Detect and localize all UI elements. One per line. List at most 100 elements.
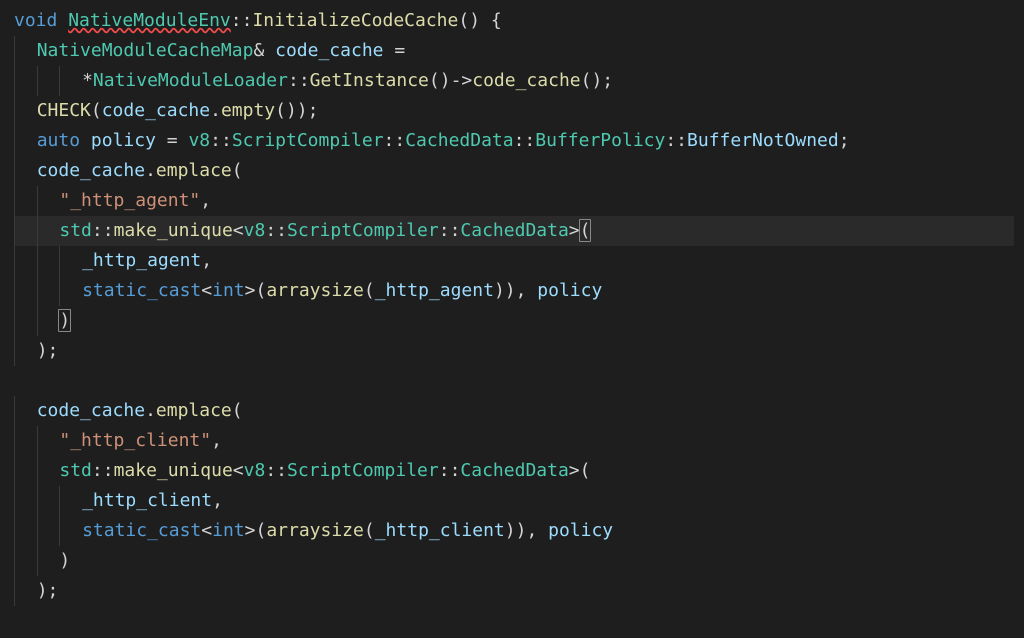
code-token: :: [439,460,461,481]
code-token: (); [581,70,614,91]
code-token: )), [494,280,537,301]
code-token: :: [384,130,406,151]
code-token: ) [58,309,71,332]
code-token: arraysize [266,280,364,301]
code-line[interactable]: _http_client, [14,486,1014,516]
indent-guide [59,246,82,276]
code-line[interactable]: void NativeModuleEnv::InitializeCodeCach… [14,6,1014,36]
code-token: NativeModuleCacheMap [37,40,254,61]
code-token: < [233,460,244,481]
indent-guide [59,516,82,546]
code-token: ( [364,520,375,541]
code-token: >( [245,520,267,541]
indent-guide [37,276,60,306]
code-token: ( [232,400,243,421]
indent-guide [37,456,60,486]
code-token: , [211,430,222,451]
code-token: CachedData [405,130,513,151]
code-token: code_cache [37,160,145,181]
code-token: int [212,280,245,301]
code-token: :: [265,220,287,241]
code-token: & [253,40,275,61]
code-token: InitializeCodeCache [252,10,458,31]
code-line[interactable]: ) [14,306,1014,336]
code-token: () { [458,10,501,31]
code-line[interactable]: std::make_unique<v8::ScriptCompiler::Cac… [14,216,1014,246]
code-token: ScriptCompiler [287,460,439,481]
code-token: CachedData [460,460,568,481]
code-line[interactable]: code_cache.emplace( [14,396,1014,426]
code-token: ( [579,219,592,242]
code-line[interactable]: auto policy = v8::ScriptCompiler::Cached… [14,126,1014,156]
code-line[interactable]: ); [14,576,1014,606]
code-token: :: [439,220,461,241]
indent-guide [37,516,60,546]
code-token: v8 [244,220,266,241]
code-token: NativeModuleEnv [68,10,231,31]
indent-guide [14,456,37,486]
indent-guide [37,306,60,336]
code-token: NativeModuleLoader [93,70,288,91]
indent-guide [14,486,37,516]
code-token: CachedData [460,220,568,241]
code-line[interactable]: ) [14,546,1014,576]
indent-guide [59,276,82,306]
code-token: ()-> [429,70,472,91]
code-line[interactable]: ); [14,336,1014,366]
code-token: . [145,400,156,421]
code-token: BufferPolicy [535,130,665,151]
code-token: * [82,70,93,91]
code-token: :: [288,70,310,91]
code-line[interactable]: std::make_unique<v8::ScriptCompiler::Cac… [14,456,1014,486]
code-token: code_cache [102,100,210,121]
code-line[interactable]: static_cast<int>(arraysize(_http_client)… [14,516,1014,546]
indent-guide [14,186,37,216]
code-token: ); [37,580,59,601]
code-token: < [233,220,244,241]
indent-guide [14,246,37,276]
code-line[interactable]: static_cast<int>(arraysize(_http_agent))… [14,276,1014,306]
code-token: policy [548,520,613,541]
code-token: ); [37,340,59,361]
code-token: ( [91,100,102,121]
code-editor[interactable]: void NativeModuleEnv::InitializeCodeCach… [0,0,1024,612]
indent-guide [59,486,82,516]
indent-guide [14,156,37,186]
code-token: _http_agent [375,280,494,301]
code-token: int [212,520,245,541]
indent-guide [14,576,37,606]
indent-guide [37,186,60,216]
code-token: "_http_agent" [59,190,200,211]
code-line[interactable]: NativeModuleCacheMap& code_cache = [14,36,1014,66]
code-token: ()); [275,100,318,121]
code-line[interactable]: CHECK(code_cache.empty()); [14,96,1014,126]
indent-guide [37,246,60,276]
code-token: >( [245,280,267,301]
code-line[interactable] [14,366,1014,396]
indent-guide [37,486,60,516]
code-token: make_unique [114,220,233,241]
code-token: void [14,10,57,31]
code-line[interactable]: *NativeModuleLoader::GetInstance()->code… [14,66,1014,96]
code-token: code_cache [275,40,383,61]
indent-guide [14,396,37,426]
code-token: >( [569,460,591,481]
code-token: ) [59,550,70,571]
code-token: :: [210,130,232,151]
code-token: v8 [244,460,266,481]
code-line[interactable]: "_http_agent", [14,186,1014,216]
code-line[interactable]: _http_agent, [14,246,1014,276]
code-token: > [569,220,580,241]
code-token: code_cache [472,70,580,91]
code-token: < [201,520,212,541]
code-token: . [145,160,156,181]
code-token: BufferNotOwned [687,130,839,151]
code-token: std [59,220,92,241]
code-line[interactable]: "_http_client", [14,426,1014,456]
code-token: :: [665,130,687,151]
code-token: , [200,190,211,211]
code-token: ( [232,160,243,181]
code-token: emplace [156,160,232,181]
code-token: ScriptCompiler [232,130,384,151]
code-line[interactable]: code_cache.emplace( [14,156,1014,186]
